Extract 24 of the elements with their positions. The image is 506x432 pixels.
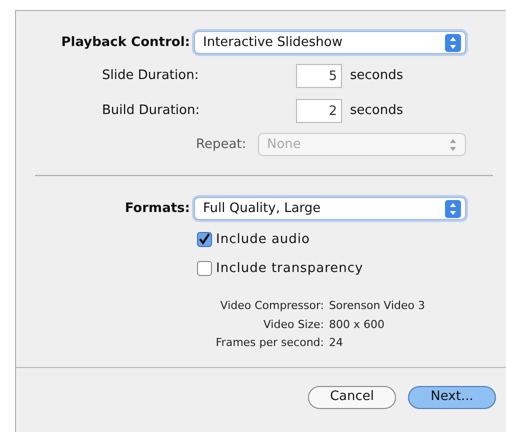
info-value: 24 [329,335,343,351]
stepper-arrows-icon [445,34,461,52]
dialog-button[interactable]: Cancel [308,386,396,408]
info-value: Sorenson Video 3 [329,298,425,314]
info-label: Video Compressor: [219,298,324,314]
info-label: Frames per second: [214,335,324,351]
field-label: Build Duration: [102,102,201,120]
dialog-button[interactable]: Next... [408,386,496,408]
duration-field[interactable]: 5 [296,64,342,88]
info-label: Video Size: [262,316,324,332]
stepper-arrows-icon [445,200,461,218]
option-checkbox[interactable]: Include transparency [197,258,364,278]
field-label: Formats: [124,200,191,218]
info-value: 800 x 600 [329,316,384,332]
unit-label: seconds [350,102,404,120]
popup-menu[interactable]: Full Quality, Large [194,197,466,220]
unit-label: seconds [350,67,404,86]
field-label: Repeat: [196,136,248,154]
popup-menu[interactable]: Interactive Slideshow [194,31,466,54]
field-label: Playback Control: [60,34,191,52]
duration-field[interactable]: 2 [296,99,342,123]
field-label: Slide Duration: [102,67,200,86]
checkmark-icon [198,233,211,246]
option-checkbox[interactable]: Include audio [197,230,310,250]
